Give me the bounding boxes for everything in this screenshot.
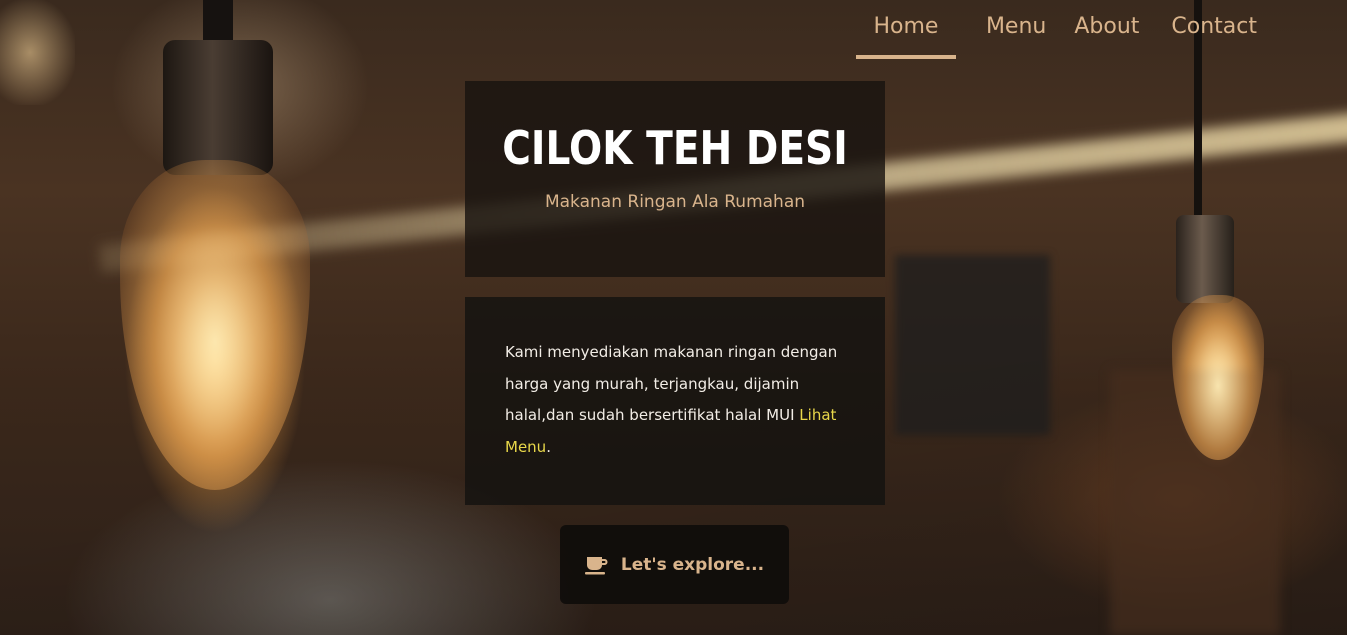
bulb-socket-right	[1176, 215, 1234, 303]
light-bulb-left	[120, 160, 310, 490]
explore-button-label: Let's explore...	[620, 554, 765, 575]
main-nav: Home Menu About Contact	[855, 0, 1257, 60]
description-body: Kami menyediakan makanan ringan dengan h…	[505, 343, 838, 424]
nav-item-about[interactable]: About	[1074, 0, 1139, 46]
background-chalkboard	[895, 255, 1050, 435]
background-lamp-glow	[0, 0, 75, 105]
nav-item-home[interactable]: Home	[855, 0, 956, 59]
bulb-cord-left	[203, 0, 233, 45]
nav-item-contact[interactable]: Contact	[1171, 0, 1257, 46]
description-text: Kami menyediakan makanan ringan dengan h…	[505, 337, 845, 463]
title-card: CILOK TEH DESI Makanan Ringan Ala Rumaha…	[465, 81, 885, 277]
explore-button[interactable]: Let's explore...	[560, 525, 789, 604]
coffee-icon	[584, 555, 609, 575]
site-title: CILOK TEH DESI	[502, 121, 848, 175]
nav-item-menu[interactable]: Menu	[986, 0, 1046, 46]
bulb-socket-left	[163, 40, 273, 175]
description-suffix: .	[546, 437, 551, 456]
tagline: Makanan Ringan Ala Rumahan	[544, 191, 806, 212]
description-card: Kami menyediakan makanan ringan dengan h…	[465, 297, 885, 505]
